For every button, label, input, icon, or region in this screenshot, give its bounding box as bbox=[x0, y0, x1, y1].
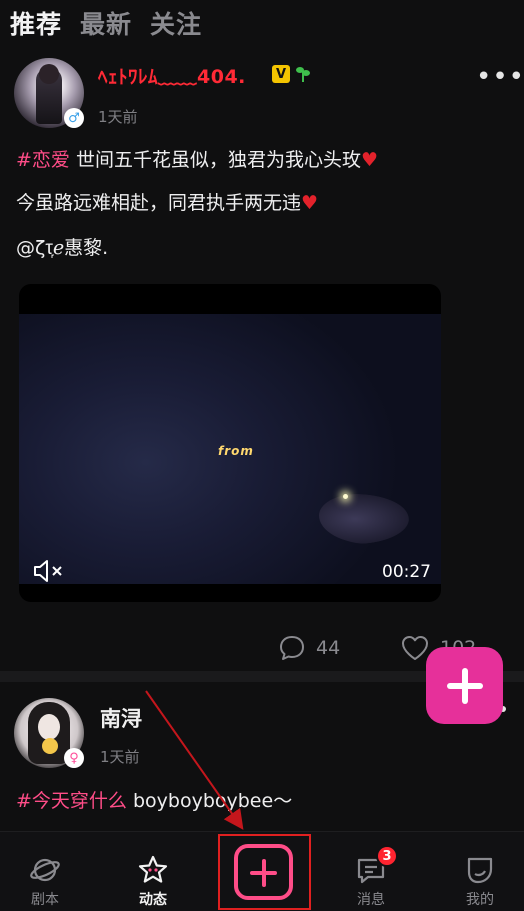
post-text-line: #恋爱 世间五千花虽似，独君为我心头玫♥ bbox=[16, 145, 378, 172]
post-time: 1天前 bbox=[98, 108, 138, 126]
heart-emoji-icon: ♥ bbox=[301, 192, 319, 214]
plus-icon bbox=[461, 667, 468, 704]
hashtag-link[interactable]: #恋爱 bbox=[16, 149, 70, 171]
nav-label: 动态 bbox=[139, 892, 167, 908]
heart-emoji-icon: ♥ bbox=[360, 149, 379, 171]
create-post-fab[interactable] bbox=[426, 647, 503, 724]
post-username[interactable]: ﾍｪﾄﾜﾚﾑ﹏﹏404. bbox=[98, 62, 246, 89]
add-box-icon bbox=[234, 844, 293, 900]
center-add-button[interactable] bbox=[218, 834, 311, 910]
nav-item-scripts[interactable]: 剧本 bbox=[0, 832, 90, 911]
comment-count: 44 bbox=[316, 637, 341, 659]
comment-icon[interactable] bbox=[278, 634, 306, 662]
video-sparkle bbox=[343, 494, 348, 499]
planet-icon bbox=[29, 854, 61, 886]
more-options-icon[interactable]: ••• bbox=[476, 62, 524, 92]
avatar-flower bbox=[42, 738, 58, 754]
like-icon[interactable] bbox=[400, 634, 430, 662]
leaf-icon bbox=[464, 854, 496, 886]
post-time: 1天前 bbox=[100, 748, 140, 766]
video-duration: 00:27 bbox=[382, 562, 431, 582]
unread-badge: 3 bbox=[376, 845, 398, 867]
nav-label: 消息 bbox=[357, 892, 385, 908]
nav-item-feed[interactable]: 动态 bbox=[108, 832, 198, 911]
post-text: 今虽路远难相赴，同君执手两无违 bbox=[16, 192, 302, 214]
post-text: boyboyboybee～ bbox=[126, 790, 293, 812]
nav-item-profile[interactable]: 我的 bbox=[435, 832, 524, 911]
mention-link[interactable]: @ζτ᷊᷊ℯ惠黎. bbox=[16, 233, 108, 260]
hashtag-link[interactable]: #今天穿什么 bbox=[16, 790, 127, 812]
video-player[interactable]: from 00:27 bbox=[19, 284, 441, 602]
tab-latest[interactable]: 最新 bbox=[80, 5, 132, 41]
star-icon bbox=[137, 854, 169, 886]
plus-icon bbox=[262, 859, 266, 887]
vip-badge-icon: V bbox=[272, 65, 290, 83]
post-text-line: #今天穿什么 boyboyboybee～ bbox=[16, 786, 292, 813]
post-text-line: 今虽路远难相赴，同君执手两无违♥ bbox=[16, 188, 318, 215]
video-figure bbox=[319, 494, 409, 544]
nav-label: 我的 bbox=[466, 892, 494, 908]
female-icon: ♀ bbox=[64, 748, 84, 768]
mute-icon[interactable] bbox=[33, 559, 67, 583]
nav-label: 剧本 bbox=[31, 892, 59, 908]
video-overlay-text: from bbox=[218, 444, 254, 458]
avatar-head bbox=[39, 64, 59, 84]
avatar-face bbox=[38, 714, 60, 740]
male-icon: ♂ bbox=[64, 108, 84, 128]
tab-recommended[interactable]: 推荐 bbox=[10, 5, 62, 41]
post-username[interactable]: 南浔 bbox=[100, 703, 142, 733]
sprout-icon bbox=[296, 64, 310, 86]
top-tabs: 推荐 最新 关注 bbox=[10, 4, 202, 42]
post-text: 世间五千花虽似，独君为我心头玫 bbox=[69, 149, 361, 171]
tab-following[interactable]: 关注 bbox=[150, 5, 202, 41]
nav-item-messages[interactable]: 3 消息 bbox=[326, 832, 416, 911]
